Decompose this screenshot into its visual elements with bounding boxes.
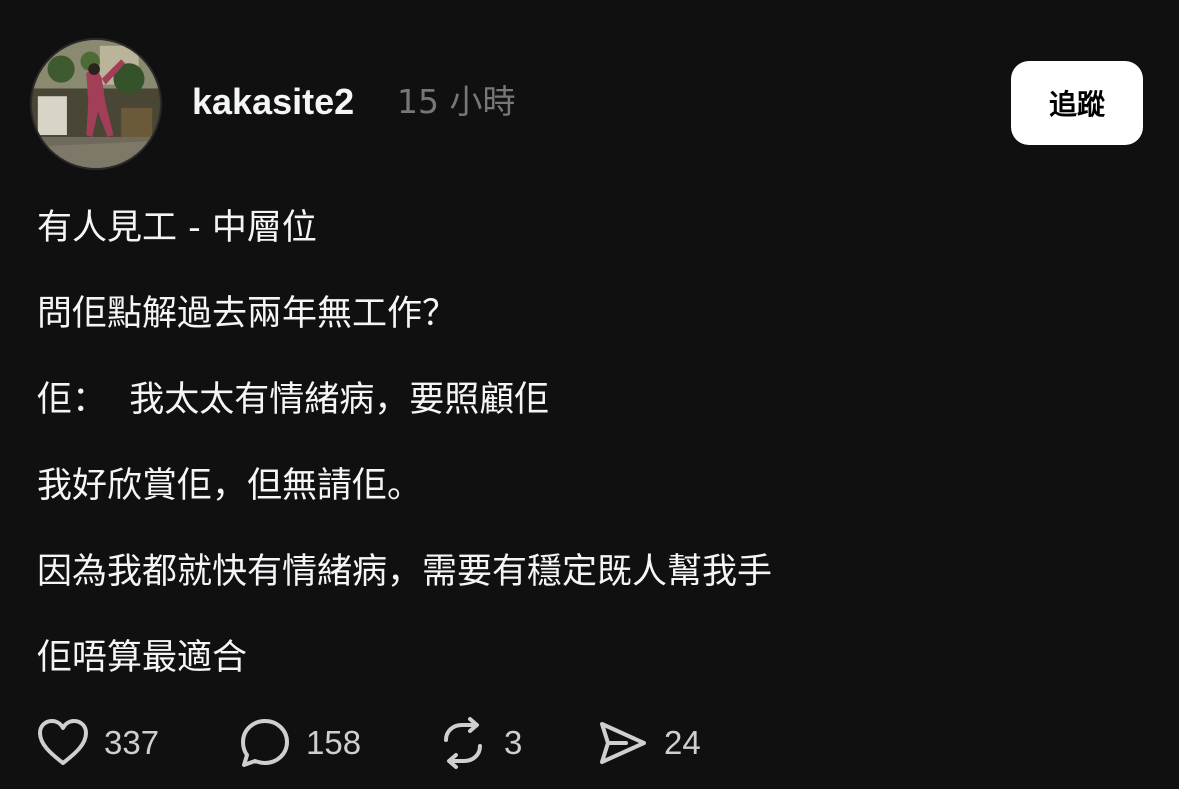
post-line: 我好欣賞佢，但無請佢。 xyxy=(37,466,423,506)
follow-button[interactable]: 追蹤 xyxy=(1011,61,1143,145)
comment-count: 158 xyxy=(306,724,362,761)
heart-icon xyxy=(38,719,88,765)
share-button[interactable]: 24 xyxy=(596,714,701,772)
speech-bubble-icon xyxy=(241,719,289,767)
comment-button[interactable]: 158 xyxy=(238,714,361,772)
avatar-photo xyxy=(32,40,160,168)
post-line: 問佢點解過去兩年無工作？ xyxy=(37,294,458,334)
like-button[interactable]: 337 xyxy=(36,714,159,772)
like-count: 337 xyxy=(104,724,160,761)
action-bar: 337 158 3 24 xyxy=(36,714,756,772)
post-body: 有人見工 - 中層位 問佢點解過去兩年無工作？ 佢： 我太太有情緒病，要照顧佢 … xyxy=(37,203,1137,719)
avatar[interactable] xyxy=(30,38,162,170)
username-link[interactable]: kakasite2 xyxy=(192,80,354,124)
post-timestamp: 15 小時 xyxy=(397,82,516,121)
post-line: 有人見工 - 中層位 xyxy=(37,208,317,248)
repost-count: 3 xyxy=(504,724,523,761)
share-count: 24 xyxy=(664,724,701,761)
thread-post: kakasite2 15 小時 追蹤 有人見工 - 中層位 問佢點解過去兩年無工… xyxy=(0,0,1179,789)
post-line: 因為我都就快有情緒病，需要有穩定既人幫我手 xyxy=(37,552,773,592)
post-line: 佢唔算最適合 xyxy=(37,638,248,678)
repost-icon xyxy=(444,717,482,769)
repost-button[interactable]: 3 xyxy=(436,714,522,772)
post-line: 佢： 我太太有情緒病，要照顧佢 xyxy=(37,380,550,420)
send-icon xyxy=(600,722,646,764)
